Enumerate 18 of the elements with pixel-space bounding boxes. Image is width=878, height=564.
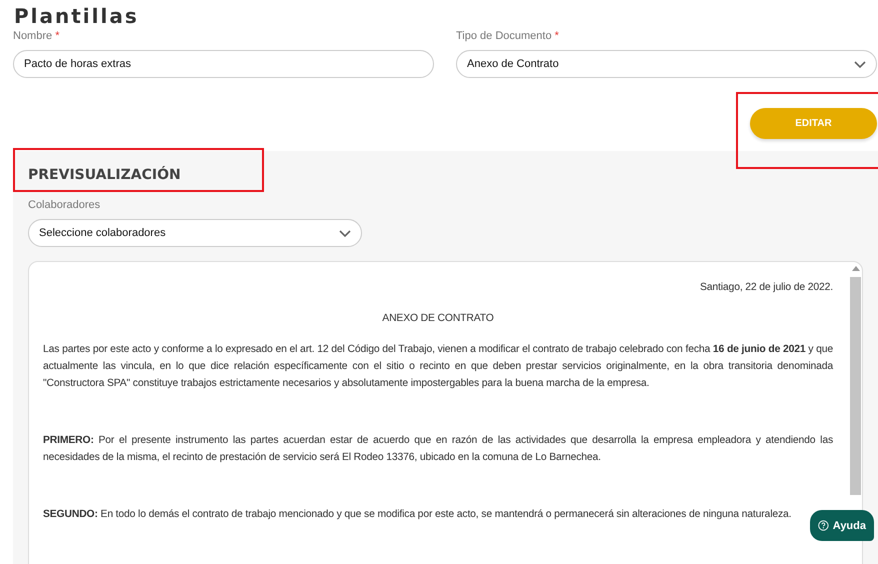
page-title: Plantillas (13, 3, 140, 28)
chevron-down-icon (854, 61, 866, 69)
field-label: Nombre * (13, 30, 60, 42)
help-icon (818, 518, 829, 533)
document-paragraph: Las partes por este acto y conforme a lo expresado en el art. 12 del Código del Trabajo, vienen a modificar el contrato de trabajo celebrado con fecha 16 de junio de 2021 y que actualmente las vincula, en lo que dice relación específicamente con el sitio o recinto en que deben prestar servicios originalmente, en la obra transitoria denominada "Constructora SPA" constituye trabajos estrictamente necesarios y absolutamente impostergables para la buena marcha de la empresa. (43, 343, 833, 391)
field-label: Tipo de Documento * (456, 30, 560, 42)
collaborators-dropdown[interactable]: Seleccione colaboradores (28, 219, 362, 247)
help-button[interactable]: Ayuda (810, 510, 874, 541)
name-input[interactable]: Pacto de horas extras (13, 50, 434, 78)
document-paragraph: SEGUNDO: En todo lo demás el contrato de trabajo mencionado y que se modifica por este acto, se mantendrá o permanecerá sin alteraciones de ninguna naturaleza. (43, 508, 792, 522)
document-paragraph: PRIMERO: Por el presente instrumento las partes acuerdan estar de acuerdo que en razón de las actividades que desarrolla la empresa empleadora y atendiendo las necesidades de la misma, el recinto de prestación de servicio será El Rodeo 13376, ubicado en la comuna de Lo Barnechea. (43, 434, 833, 465)
document-heading: ANEXO DE CONTRATO (381, 313, 495, 324)
field-label: Colaboradores (28, 199, 102, 211)
chevron-down-icon (339, 230, 351, 238)
scroll-up-icon[interactable] (852, 266, 860, 271)
document-date: Santiago, 22 de julio de 2022. (699, 282, 833, 293)
type-dropdown[interactable]: Anexo de Contrato (456, 50, 877, 78)
section-title: PREVISUALIZACIÓN (28, 167, 182, 183)
